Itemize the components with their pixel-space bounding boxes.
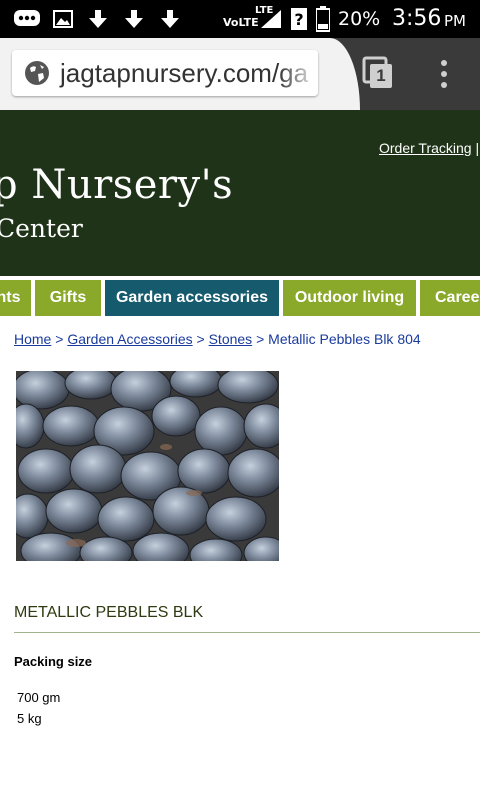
svg-text:?: ?	[294, 10, 303, 29]
nav-item-outdoor-living[interactable]: Outdoor living	[283, 280, 416, 316]
breadcrumb-sep: >	[196, 331, 205, 347]
url-text[interactable]: jagtapnursery.com/ga	[60, 50, 308, 96]
status-bar: VoLTE LTE ? 20% 3:56 PM	[0, 0, 480, 38]
tab-count: 1	[376, 66, 386, 85]
site-header: Order Tracking | p Nursery's Center	[0, 110, 480, 276]
product-title: METALLIC PEBBLES BLK	[14, 604, 204, 621]
overflow-menu-icon[interactable]	[432, 58, 456, 90]
brand-subtitle: Center	[0, 214, 83, 243]
url-fade	[278, 50, 318, 96]
clock-ampm: PM	[444, 12, 466, 30]
breadcrumb: Home > Garden Accessories > Stones > Met…	[14, 331, 421, 347]
order-tracking: Order Tracking |	[379, 140, 479, 156]
breadcrumb-home[interactable]: Home	[14, 331, 51, 347]
breadcrumb-stones[interactable]: Stones	[209, 331, 253, 347]
packing-size-list: 700 gm 5 kg	[17, 687, 60, 729]
nav-item-gifts[interactable]: Gifts	[35, 280, 101, 316]
packing-size-label: Packing size	[14, 654, 93, 669]
tab-switcher-button[interactable]: 1	[362, 56, 394, 90]
order-tracking-link[interactable]: Order Tracking	[379, 140, 472, 156]
product-image	[16, 371, 279, 561]
packing-size-option: 700 gm	[17, 690, 61, 705]
address-bar[interactable]: jagtapnursery.com/ga	[12, 50, 318, 96]
battery-percent: 20%	[338, 8, 381, 30]
nav-item-plants[interactable]: nts	[0, 280, 31, 316]
header-separator: |	[471, 140, 480, 156]
divider	[14, 632, 480, 633]
battery-icon	[314, 0, 332, 38]
image-icon	[52, 0, 74, 38]
breadcrumb-sep: >	[55, 331, 64, 347]
volte-label: VoLTE	[223, 16, 259, 29]
unknown-sim-icon: ?	[290, 0, 308, 38]
nav-item-garden-accessories[interactable]: Garden accessories	[105, 280, 279, 316]
clock-time: 3:56	[392, 6, 442, 31]
download-icon	[122, 0, 146, 38]
download-icon	[86, 0, 110, 38]
signal-icon	[258, 0, 284, 38]
bbm-icon	[12, 0, 42, 38]
download-icon	[158, 0, 182, 38]
breadcrumb-sep: >	[256, 331, 265, 347]
packing-size-option: 5 kg	[17, 711, 42, 726]
nav-item-career[interactable]: Career	[420, 280, 480, 316]
brand-title: p Nursery's	[0, 162, 234, 208]
globe-icon	[24, 60, 50, 91]
browser-toolbar: jagtapnursery.com/ga 1	[0, 38, 480, 110]
breadcrumb-garden-accessories[interactable]: Garden Accessories	[67, 331, 192, 347]
main-nav: nts Gifts Garden accessories Outdoor liv…	[0, 276, 480, 320]
breadcrumb-current: Metallic Pebbles Blk 804	[268, 331, 421, 347]
